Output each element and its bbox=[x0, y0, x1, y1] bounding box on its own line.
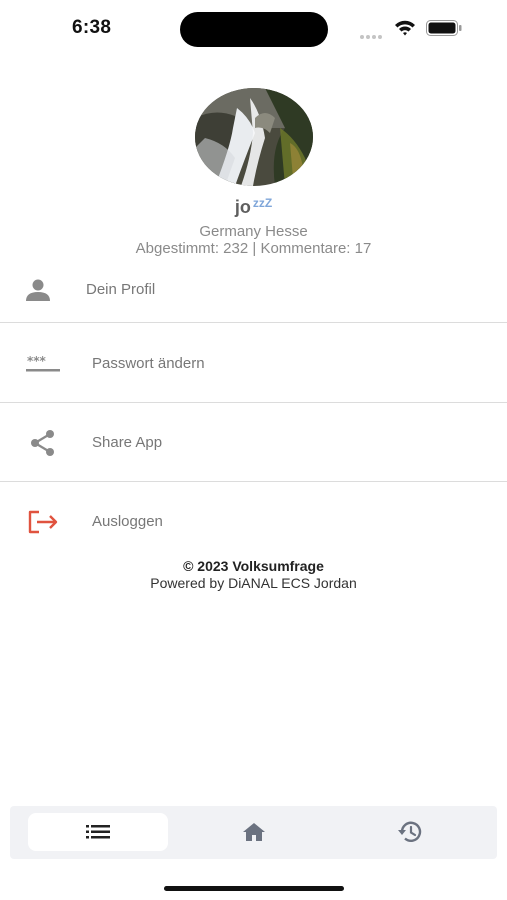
sleep-indicator-icon: zzZ bbox=[252, 196, 273, 210]
cellular-signal-icon bbox=[360, 26, 386, 39]
history-icon bbox=[398, 821, 422, 842]
logout-icon bbox=[28, 510, 58, 534]
menu-item-share-app[interactable]: Share App bbox=[0, 413, 507, 473]
status-time: 6:38 bbox=[72, 17, 112, 38]
person-icon bbox=[26, 279, 50, 301]
divider bbox=[0, 322, 507, 323]
bottom-tab-bar bbox=[10, 806, 497, 859]
menu-item-label: Ausloggen bbox=[92, 513, 163, 530]
menu-item-change-password[interactable]: *** Passwort ändern bbox=[0, 333, 507, 393]
home-icon bbox=[243, 823, 265, 841]
tab-home[interactable] bbox=[184, 813, 324, 851]
divider bbox=[0, 402, 507, 403]
profile-avatar[interactable] bbox=[195, 88, 313, 186]
home-indicator[interactable] bbox=[164, 886, 344, 891]
user-stats: Abgestimmt: 232 | Kommentare: 17 bbox=[135, 240, 372, 257]
battery-icon bbox=[426, 20, 462, 36]
menu-item-label: Share App bbox=[92, 434, 163, 451]
username: jo bbox=[234, 197, 251, 217]
waterfall-photo bbox=[195, 88, 313, 186]
menu-item-logout[interactable]: Ausloggen bbox=[0, 492, 507, 552]
svg-text:***: *** bbox=[27, 355, 47, 368]
dynamic-island bbox=[180, 12, 328, 47]
list-icon bbox=[86, 825, 110, 839]
copyright-text: © 2023 Volksumfrage bbox=[183, 558, 324, 574]
tab-history[interactable] bbox=[340, 813, 480, 851]
tab-list[interactable] bbox=[28, 813, 168, 851]
menu-item-label: Dein Profil bbox=[86, 281, 156, 298]
password-icon: *** bbox=[26, 355, 60, 372]
menu-item-profile[interactable]: Dein Profil bbox=[0, 262, 507, 322]
status-bar: 6:38 bbox=[0, 0, 507, 60]
powered-by-text: Powered by DiANAL ECS Jordan bbox=[150, 575, 357, 591]
wifi-icon bbox=[395, 20, 415, 36]
share-icon bbox=[31, 430, 54, 456]
divider bbox=[0, 481, 507, 482]
menu-item-label: Passwort ändern bbox=[92, 355, 205, 372]
user-location: Germany Hesse bbox=[199, 223, 308, 240]
username-row: jo zzZ bbox=[0, 196, 507, 218]
